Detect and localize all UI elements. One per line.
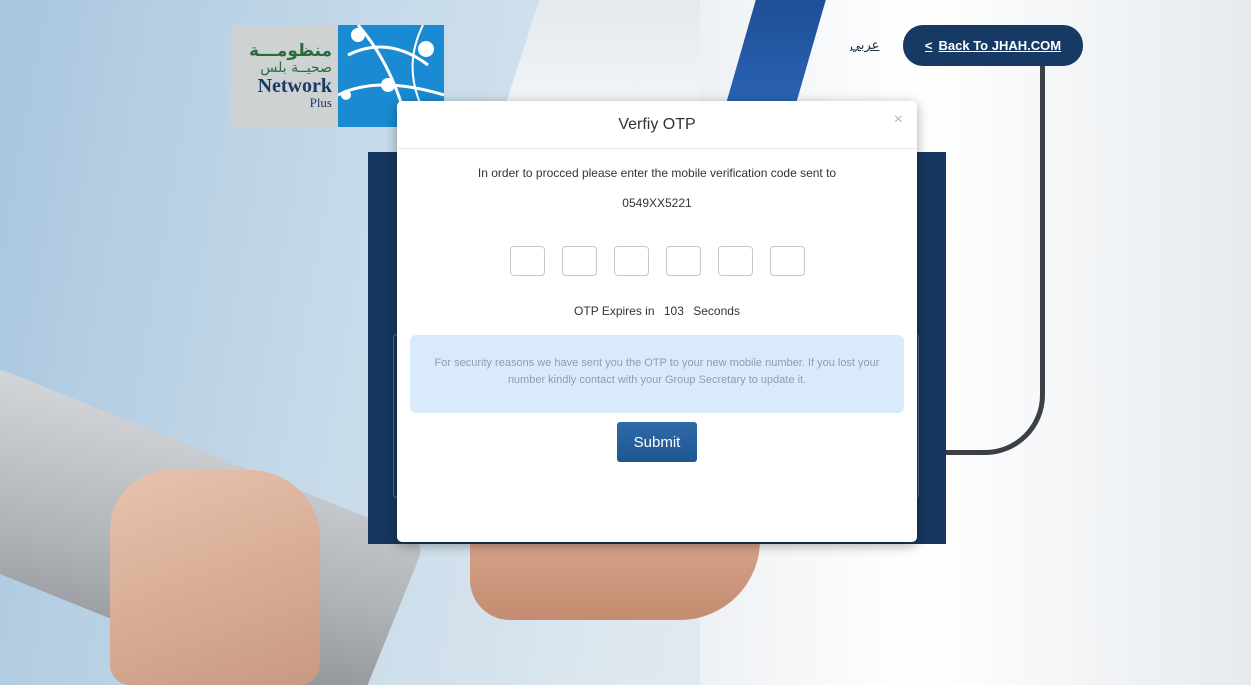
back-to-jhah-button[interactable]: < Back To JHAH.COM	[903, 25, 1083, 66]
page-background: منظومـــة صحيــة بلس Network Plus عربي <…	[0, 0, 1251, 685]
submit-button[interactable]: Submit	[617, 422, 697, 462]
background-stethoscope	[930, 60, 1045, 455]
otp-expiry-timer: OTP Expires in 103 Seconds	[397, 304, 917, 318]
logo-wordmark: منظومـــة صحيــة بلس Network Plus	[231, 25, 338, 127]
verify-otp-modal: Verfiy OTP × In order to procced please …	[397, 101, 917, 542]
submit-row: Submit	[397, 422, 917, 462]
otp-digit-5[interactable]	[717, 246, 753, 276]
logo-arabic-line1: منظومـــة	[249, 41, 332, 61]
otp-input-group	[397, 246, 917, 276]
otp-instruction-text: In order to procced please enter the mob…	[477, 166, 837, 180]
otp-digit-3[interactable]	[613, 246, 649, 276]
otp-digit-1[interactable]	[509, 246, 545, 276]
logo-english-line2: Plus	[309, 95, 332, 110]
otp-expiry-seconds: 103	[663, 304, 684, 318]
logo-english-line1: Network	[257, 75, 332, 97]
chevron-left-icon: <	[924, 38, 933, 53]
otp-digit-6[interactable]	[769, 246, 805, 276]
modal-title: Verfiy OTP	[618, 115, 696, 133]
back-button-label: Back To JHAH.COM	[938, 38, 1062, 53]
otp-digit-4[interactable]	[665, 246, 701, 276]
masked-mobile-number: 0549XX5221	[622, 196, 692, 210]
security-notice-alert: For security reasons we have sent you th…	[410, 335, 904, 413]
background-hand-left	[110, 470, 320, 685]
close-icon[interactable]: ×	[894, 111, 903, 129]
otp-expiry-suffix: Seconds	[693, 304, 740, 318]
otp-expiry-prefix: OTP Expires in	[574, 304, 655, 318]
arabic-language-link[interactable]: عربي	[850, 38, 879, 53]
logo-arabic-line2: صحيــة بلس	[260, 60, 332, 76]
otp-digit-2[interactable]	[561, 246, 597, 276]
modal-header: Verfiy OTP ×	[397, 101, 917, 149]
